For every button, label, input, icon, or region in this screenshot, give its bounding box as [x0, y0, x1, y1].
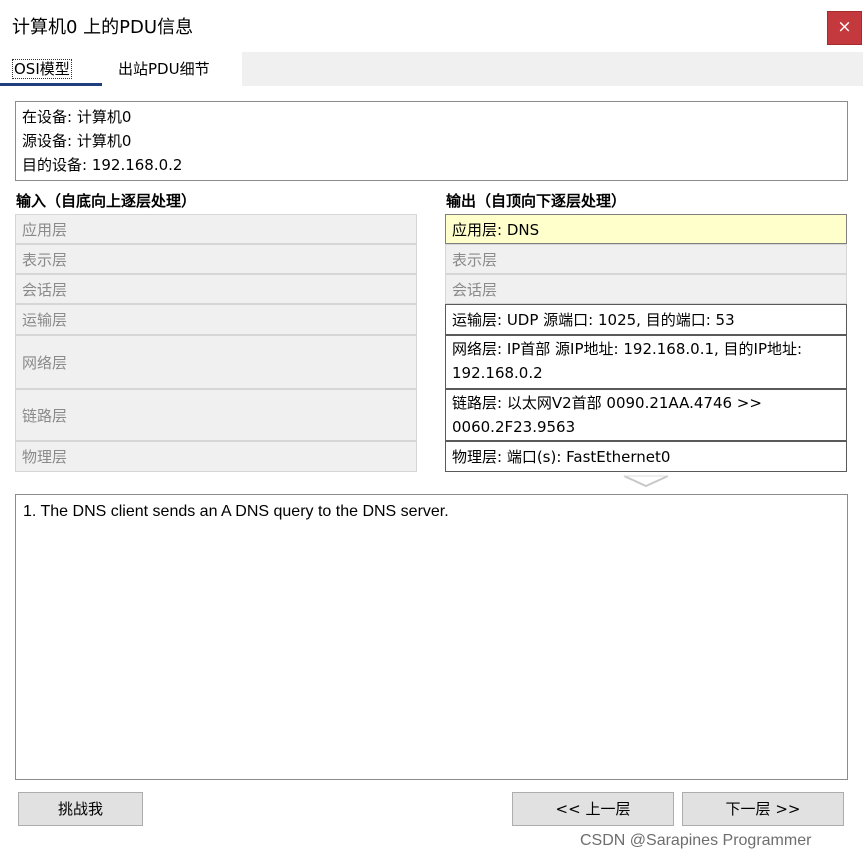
- out-layer-session[interactable]: 会话层: [445, 274, 847, 304]
- at-device-text: 在设备: 计算机0: [22, 108, 132, 126]
- outbound-heading: 输出（自顶向下逐层处理）: [446, 192, 627, 210]
- close-button[interactable]: ×: [827, 11, 862, 45]
- description-panel: 1. The DNS client sends an A DNS query t…: [15, 494, 848, 780]
- in-layer-physical[interactable]: 物理层: [15, 441, 417, 472]
- in-layer-presentation[interactable]: 表示层: [15, 244, 417, 274]
- in-layer-network[interactable]: 网络层: [15, 335, 417, 389]
- out-layer-application[interactable]: 应用层: DNS: [445, 214, 847, 244]
- out-layer-network[interactable]: 网络层: IP首部 源IP地址: 192.168.0.1, 目的IP地址: 19…: [445, 335, 847, 389]
- out-layer-presentation[interactable]: 表示层: [445, 244, 847, 274]
- challenge-me-button[interactable]: 挑战我: [18, 792, 143, 826]
- tab-outbound-pdu-details[interactable]: 出站PDU细节: [102, 52, 242, 86]
- dest-device-text: 目的设备: 192.168.0.2: [22, 156, 183, 174]
- inbound-heading: 输入（自底向上逐层处理）: [16, 192, 197, 210]
- tab-osi-model-label: OSI模型: [12, 59, 72, 79]
- out-layer-transport[interactable]: 运输层: UDP 源端口: 1025, 目的端口: 53: [445, 304, 847, 335]
- tab-bar: OSI模型 出站PDU细节: [0, 52, 863, 86]
- next-layer-button[interactable]: 下一层 >>: [682, 792, 844, 826]
- watermark: CSDN @Sarapines Programmer: [580, 832, 812, 849]
- out-layer-physical[interactable]: 物理层: 端口(s): FastEthernet0: [445, 441, 847, 472]
- tab-osi-model[interactable]: OSI模型: [0, 52, 102, 86]
- title-bar: 计算机0 上的PDU信息 ×: [0, 0, 865, 50]
- device-info-panel: 在设备: 计算机0 源设备: 计算机0 目的设备: 192.168.0.2: [15, 101, 848, 181]
- source-device-text: 源设备: 计算机0: [22, 132, 132, 150]
- in-layer-link[interactable]: 链路层: [15, 389, 417, 441]
- out-layer-link[interactable]: 链路层: 以太网V2首部 0090.21AA.4746 >> 0060.2F23…: [445, 389, 847, 441]
- previous-layer-button[interactable]: << 上一层: [512, 792, 674, 826]
- in-layer-transport[interactable]: 运输层: [15, 304, 417, 335]
- in-layer-session[interactable]: 会话层: [15, 274, 417, 304]
- in-layer-application[interactable]: 应用层: [15, 214, 417, 244]
- chevron-down-icon: [623, 475, 669, 488]
- window-title: 计算机0 上的PDU信息: [12, 17, 194, 38]
